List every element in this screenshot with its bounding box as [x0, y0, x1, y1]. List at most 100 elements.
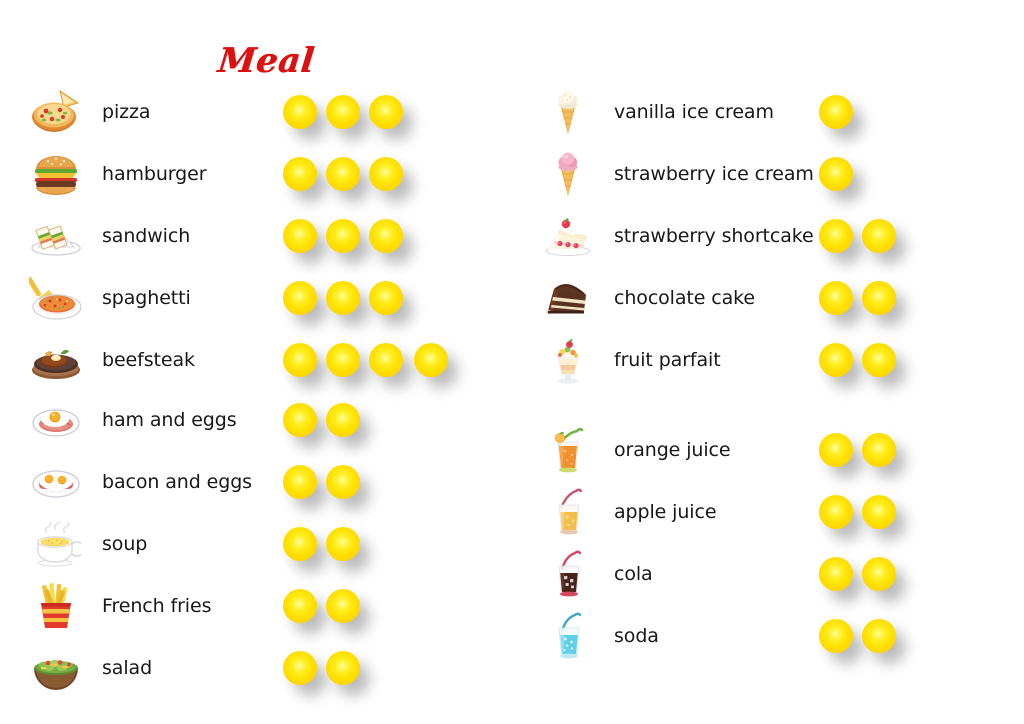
- menu-item-label: spaghetti: [102, 287, 191, 309]
- rating-dots: [283, 270, 412, 326]
- rating-dot: [283, 219, 317, 253]
- menu-item-row[interactable]: soda: [512, 608, 1024, 664]
- soup-icon: [28, 518, 84, 570]
- rating-dot: [326, 403, 360, 437]
- menu-item-label: chocolate cake: [614, 287, 755, 309]
- fruit-parfait-icon: [540, 334, 596, 386]
- rating-dot: [283, 281, 317, 315]
- rating-dot: [414, 343, 448, 377]
- rating-dots: [819, 84, 862, 140]
- strawberry-ice-cream-icon: [540, 148, 596, 200]
- rating-dot: [283, 403, 317, 437]
- rating-dots: [819, 146, 862, 202]
- rating-dot: [369, 95, 403, 129]
- dessert-beverage-column: Dessert Beverage vanilla ice cream straw…: [512, 0, 1024, 724]
- rating-dot: [819, 281, 853, 315]
- menu-item-label: sandwich: [102, 225, 191, 247]
- rating-dots: [283, 84, 412, 140]
- french-fries-icon: [28, 580, 84, 632]
- rating-dots: [283, 146, 412, 202]
- rating-dot: [283, 95, 317, 129]
- rating-dot: [862, 495, 896, 529]
- rating-dots: [819, 608, 905, 664]
- menu-item-label: orange juice: [614, 439, 731, 461]
- rating-dot: [819, 95, 853, 129]
- rating-dots: [819, 422, 905, 478]
- rating-dot: [326, 589, 360, 623]
- menu-sheet: Meal pizza hamburger sandwich spaghetti: [0, 0, 1024, 724]
- rating-dot: [326, 281, 360, 315]
- pizza-icon: [28, 86, 84, 138]
- menu-item-label: hamburger: [102, 163, 207, 185]
- menu-item-row[interactable]: spaghetti: [0, 270, 512, 326]
- menu-item-row[interactable]: pizza: [0, 84, 512, 140]
- menu-item-row[interactable]: salad: [0, 640, 512, 696]
- menu-item-row[interactable]: orange juice: [512, 422, 1024, 478]
- rating-dot: [369, 157, 403, 191]
- menu-item-row[interactable]: soup: [0, 516, 512, 572]
- rating-dot: [862, 219, 896, 253]
- rating-dot: [819, 433, 853, 467]
- menu-item-row[interactable]: sandwich: [0, 208, 512, 264]
- bacon-and-eggs-icon: [28, 456, 84, 508]
- menu-item-row[interactable]: ham and eggs: [0, 392, 512, 448]
- rating-dot: [283, 343, 317, 377]
- rating-dots: [283, 578, 369, 634]
- ham-and-eggs-icon: [28, 394, 84, 446]
- rating-dot: [369, 281, 403, 315]
- menu-item-label: apple juice: [614, 501, 717, 523]
- meal-column: Meal pizza hamburger sandwich spaghetti: [0, 0, 512, 724]
- menu-item-label: soda: [614, 625, 659, 647]
- menu-item-row[interactable]: bacon and eggs: [0, 454, 512, 510]
- rating-dot: [283, 527, 317, 561]
- rating-dots: [819, 332, 905, 388]
- section-title-meal: Meal: [215, 41, 317, 81]
- rating-dot: [819, 495, 853, 529]
- rating-dot: [862, 557, 896, 591]
- menu-item-label: vanilla ice cream: [614, 101, 774, 123]
- menu-item-label: beefsteak: [102, 349, 195, 371]
- rating-dot: [819, 343, 853, 377]
- rating-dot: [283, 465, 317, 499]
- menu-item-label: strawberry shortcake: [614, 225, 814, 247]
- rating-dot: [283, 589, 317, 623]
- menu-item-row[interactable]: fruit parfait: [512, 332, 1024, 388]
- rating-dot: [369, 219, 403, 253]
- menu-item-label: strawberry ice cream: [614, 163, 814, 185]
- rating-dot: [326, 651, 360, 685]
- menu-item-label: soup: [102, 533, 148, 555]
- rating-dot: [326, 343, 360, 377]
- rating-dot: [819, 157, 853, 191]
- menu-item-row[interactable]: French fries: [0, 578, 512, 634]
- rating-dot: [819, 557, 853, 591]
- sandwich-icon: [28, 210, 84, 262]
- hamburger-icon: [28, 148, 84, 200]
- chocolate-cake-icon: [540, 272, 596, 324]
- rating-dot: [326, 95, 360, 129]
- rating-dot: [819, 619, 853, 653]
- rating-dot: [862, 281, 896, 315]
- cola-icon: [540, 548, 596, 600]
- rating-dot: [862, 433, 896, 467]
- menu-item-row[interactable]: strawberry ice cream: [512, 146, 1024, 202]
- rating-dots: [819, 484, 905, 540]
- rating-dot: [326, 465, 360, 499]
- menu-item-row[interactable]: apple juice: [512, 484, 1024, 540]
- menu-item-row[interactable]: hamburger: [0, 146, 512, 202]
- beefsteak-icon: [28, 334, 84, 386]
- menu-item-label: French fries: [102, 595, 212, 617]
- rating-dot: [819, 219, 853, 253]
- menu-item-row[interactable]: chocolate cake: [512, 270, 1024, 326]
- rating-dots: [283, 332, 457, 388]
- menu-item-row[interactable]: vanilla ice cream: [512, 84, 1024, 140]
- menu-item-row[interactable]: cola: [512, 546, 1024, 602]
- rating-dots: [283, 516, 369, 572]
- soda-icon: [540, 610, 596, 662]
- strawberry-shortcake-icon: [540, 210, 596, 262]
- rating-dot: [862, 343, 896, 377]
- spaghetti-icon: [28, 272, 84, 324]
- rating-dot: [326, 527, 360, 561]
- menu-item-row[interactable]: strawberry shortcake: [512, 208, 1024, 264]
- rating-dots: [819, 208, 905, 264]
- rating-dots: [283, 454, 369, 510]
